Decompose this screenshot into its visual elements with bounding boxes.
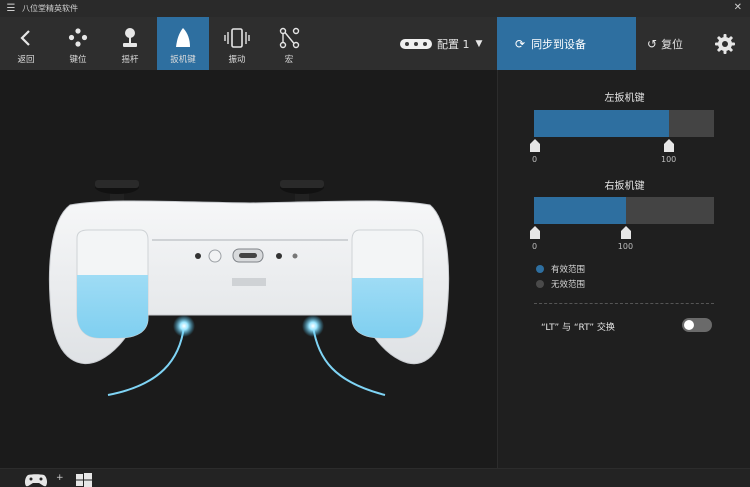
vibration-label: 振动	[228, 55, 246, 65]
tab-macro[interactable]: 宏	[263, 17, 315, 70]
right-trigger-range-bar[interactable]	[534, 197, 714, 224]
right-trigger-glow-icon	[302, 315, 324, 337]
status-separator: +	[56, 473, 64, 483]
app-window: ☰ 八位堂精英软件 ✕ 返回 键位 摇杆 扳机键 振动 宏 配置 1 ▼ ⟳ 同…	[0, 0, 750, 487]
left-trigger-glow-icon	[173, 315, 195, 337]
profile-indicator-icon	[400, 38, 432, 49]
reset-label: 复位	[661, 37, 684, 51]
right-trigger-end-handle[interactable]	[620, 226, 631, 239]
right-trigger	[351, 229, 424, 339]
toolbar: 返回 键位 摇杆 扳机键 振动 宏 配置 1 ▼ ⟳ 同步到设备 ↺ 复位	[0, 17, 750, 70]
left-trigger-end-value: 100	[661, 155, 677, 164]
right-trigger-end-value: 100	[617, 242, 634, 251]
triggers-label: 扳机键	[170, 55, 196, 65]
left-trigger	[76, 229, 149, 339]
legend-ineffective-label: 无效范围	[551, 280, 586, 290]
legend-ineffective: 无效范围	[536, 278, 585, 290]
chevron-down-icon: ▼	[475, 38, 483, 49]
left-trigger-range-bar[interactable]	[534, 110, 714, 137]
right-trigger-start-value: 0	[532, 242, 538, 251]
legend-effective-swatch	[536, 265, 544, 273]
swap-lt-rt-label: “LT” 与 “RT” 交换	[541, 323, 615, 333]
status-bar: +	[0, 468, 750, 487]
window-title: 八位堂精英软件	[22, 4, 78, 13]
left-trigger-title: 左扳机键	[604, 93, 645, 104]
tab-joystick[interactable]: 摇杆	[104, 17, 156, 70]
right-trigger-title: 右扳机键	[604, 181, 645, 192]
reset-icon: ↺	[647, 36, 658, 51]
legend-effective: 有效范围	[536, 263, 585, 275]
sync-to-device-button[interactable]: ⟳ 同步到设备	[497, 17, 636, 70]
gamepad-icon	[24, 474, 48, 487]
legend-effective-label: 有效范围	[551, 265, 586, 275]
dpad-buttons-icon	[52, 27, 104, 49]
tab-triggers[interactable]: 扳机键	[157, 17, 209, 70]
back-button[interactable]: 返回	[0, 17, 52, 70]
profile-label: 配置 1	[437, 37, 470, 51]
swap-lt-rt-toggle[interactable]	[682, 318, 712, 332]
joystick-icon	[104, 27, 156, 49]
toggle-knob	[684, 320, 694, 330]
vibration-icon	[211, 27, 263, 49]
hamburger-icon[interactable]: ☰	[0, 3, 22, 14]
back-label: 返回	[17, 55, 35, 65]
divider	[534, 303, 714, 304]
tab-vibration[interactable]: 振动	[211, 17, 263, 70]
macro-icon	[263, 27, 315, 49]
close-icon[interactable]: ✕	[734, 2, 742, 13]
trigger-settings-panel: 左扳机键 0 100 右扳机键 0 100 有效范围 无效范围 “LT” 与 “…	[497, 70, 750, 468]
left-trigger-end-handle[interactable]	[664, 139, 674, 152]
left-trigger-start-handle[interactable]	[530, 139, 540, 152]
sync-label: 同步到设备	[531, 37, 587, 51]
trigger-icon	[157, 27, 209, 49]
reset-button[interactable]: ↺ 复位	[647, 17, 683, 70]
joystick-label: 摇杆	[121, 55, 139, 65]
buttons-label: 键位	[69, 55, 87, 65]
macro-label: 宏	[284, 55, 294, 65]
back-arrow-icon	[0, 27, 52, 49]
controller-view	[0, 70, 497, 468]
tab-buttons[interactable]: 键位	[52, 17, 104, 70]
left-trigger-start-value: 0	[532, 155, 538, 164]
controller-illustration	[48, 180, 450, 396]
sync-icon: ⟳	[515, 36, 526, 51]
title-bar: ☰ 八位堂精英软件 ✕	[0, 0, 750, 17]
gear-icon[interactable]	[714, 33, 736, 55]
legend-ineffective-swatch	[536, 280, 544, 288]
windows-icon	[76, 473, 92, 487]
profile-selector[interactable]: 配置 1 ▼	[400, 34, 482, 53]
right-trigger-effective-fill	[534, 197, 626, 224]
left-trigger-effective-fill	[534, 110, 669, 137]
right-trigger-start-handle[interactable]	[530, 226, 540, 239]
